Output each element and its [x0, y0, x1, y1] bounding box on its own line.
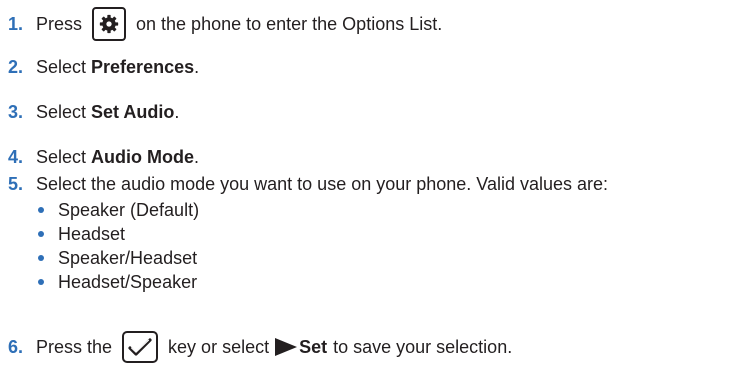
step-punct: .: [194, 57, 200, 77]
menu-item-audio-mode: Audio Mode: [91, 147, 195, 167]
audio-mode-list: Speaker (Default) Headset Speaker/Headse…: [34, 198, 199, 294]
step-number: 2.: [8, 57, 24, 77]
gear-icon: [99, 14, 119, 34]
step-2: 2. Select Preferences .: [8, 55, 199, 79]
list-item: Headset: [34, 222, 199, 246]
step-text: Select: [36, 102, 92, 122]
step-1: 1. Press on the phone to enter the Optio…: [8, 7, 442, 41]
step-5: 5. Select the audio mode you want to use…: [8, 172, 608, 196]
bullet-icon: [38, 207, 44, 213]
step-text: key or select: [168, 337, 270, 357]
list-item: Speaker/Headset: [34, 246, 199, 270]
step-punct: .: [194, 147, 200, 167]
step-text: on the phone to enter the Options List.: [136, 14, 443, 34]
options-key: [92, 7, 127, 41]
audio-mode-label: Headset: [58, 224, 126, 244]
step-number: 1.: [8, 14, 24, 34]
right-triangle-icon: [275, 338, 298, 356]
bullet-icon: [38, 231, 44, 237]
list-item: Headset/Speaker: [34, 270, 199, 294]
step-number: 4.: [8, 147, 24, 167]
step-text: Select the audio mode you want to use on…: [36, 174, 609, 194]
bullet-icon: [38, 279, 44, 285]
softkey-set: Set: [299, 337, 328, 357]
step-text: to save your selection.: [333, 337, 513, 357]
checkmark-icon: [128, 338, 152, 356]
step-4: 4. Select Audio Mode .: [8, 145, 199, 169]
step-text: Press: [36, 14, 83, 34]
menu-item-preferences: Preferences: [91, 57, 195, 77]
audio-mode-label: Speaker (Default): [58, 200, 200, 220]
menu-item-set-audio: Set Audio: [91, 102, 175, 122]
step-text: Select: [36, 147, 92, 167]
audio-mode-label: Speaker/Headset: [58, 248, 198, 268]
list-item: Speaker (Default): [34, 198, 199, 222]
step-text: Select: [36, 57, 92, 77]
step-3: 3. Select Set Audio .: [8, 100, 179, 124]
step-text: Press the: [36, 337, 113, 357]
select-key: [122, 331, 159, 363]
step-number: 5.: [8, 174, 24, 194]
step-number: 6.: [8, 337, 24, 357]
audio-mode-label: Headset/Speaker: [58, 272, 198, 292]
step-number: 3.: [8, 102, 24, 122]
step-6: 6. Press the key or select Set to save y…: [8, 331, 512, 363]
step-punct: .: [174, 102, 180, 122]
bullet-icon: [38, 255, 44, 261]
